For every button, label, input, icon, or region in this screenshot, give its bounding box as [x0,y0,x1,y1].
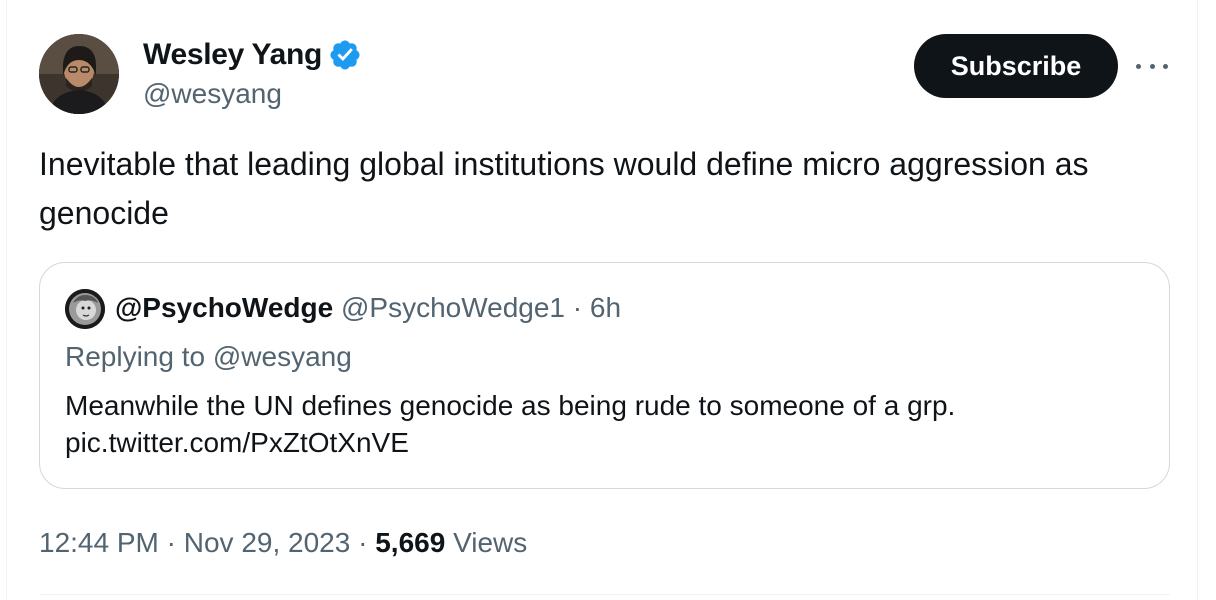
more-dot [1136,63,1141,69]
tweet-text: Inevitable that leading global instituti… [39,146,1089,231]
meta-separator: · [350,527,376,558]
views-count: 5,669 [375,527,446,558]
quoted-tweet-header: @PsychoWedge @PsychoWedge1 · 6h [115,288,621,328]
divider [39,594,1170,595]
quoted-author-handle[interactable]: @PsychoWedge1 [341,292,565,323]
author-name-row: Wesley Yang [143,36,362,74]
quoted-text-line: Meanwhile the UN defines genocide as bei… [65,390,956,421]
tweet-time[interactable]: 12:44 PM [39,527,159,558]
subscribe-button[interactable]: Subscribe [914,34,1118,98]
quoted-tweet-card[interactable]: @PsychoWedge @PsychoWedge1 · 6h Replying… [39,262,1170,489]
quoted-tweet-text: Meanwhile the UN defines genocide as bei… [65,387,1145,461]
lion-avatar-icon [65,289,105,329]
author-name[interactable]: Wesley Yang [143,36,322,74]
tweet-date[interactable]: Nov 29, 2023 [184,527,351,558]
more-dot [1149,63,1155,69]
tweet-page: Wesley Yang @wesyang Subscribe Inevitabl… [0,0,1216,600]
quoted-author-avatar[interactable] [65,289,105,329]
verified-badge-icon[interactable] [328,38,362,72]
quoted-tweet-time[interactable]: 6h [590,292,621,323]
author-handle[interactable]: @wesyang [143,76,282,112]
user-avatar-photo-icon [39,34,119,114]
quoted-author-name[interactable]: @PsychoWedge [115,292,333,323]
meta-separator: · [158,527,184,558]
more-horizontal-icon[interactable] [1136,56,1168,76]
views-label: Views [445,527,528,558]
replying-to-prefix: Replying to [65,341,213,372]
more-dot [1163,63,1168,69]
quoted-media-link[interactable]: pic.twitter.com/PxZtOtXnVE [65,424,1145,461]
replying-to-line: Replying to @wesyang [65,337,352,377]
author-avatar[interactable] [39,34,119,114]
replying-to-handle[interactable]: @wesyang [213,341,352,372]
header-separator: · [572,292,583,323]
tweet-meta: 12:44 PM · Nov 29, 2023 · 5,669 Views [39,523,527,563]
